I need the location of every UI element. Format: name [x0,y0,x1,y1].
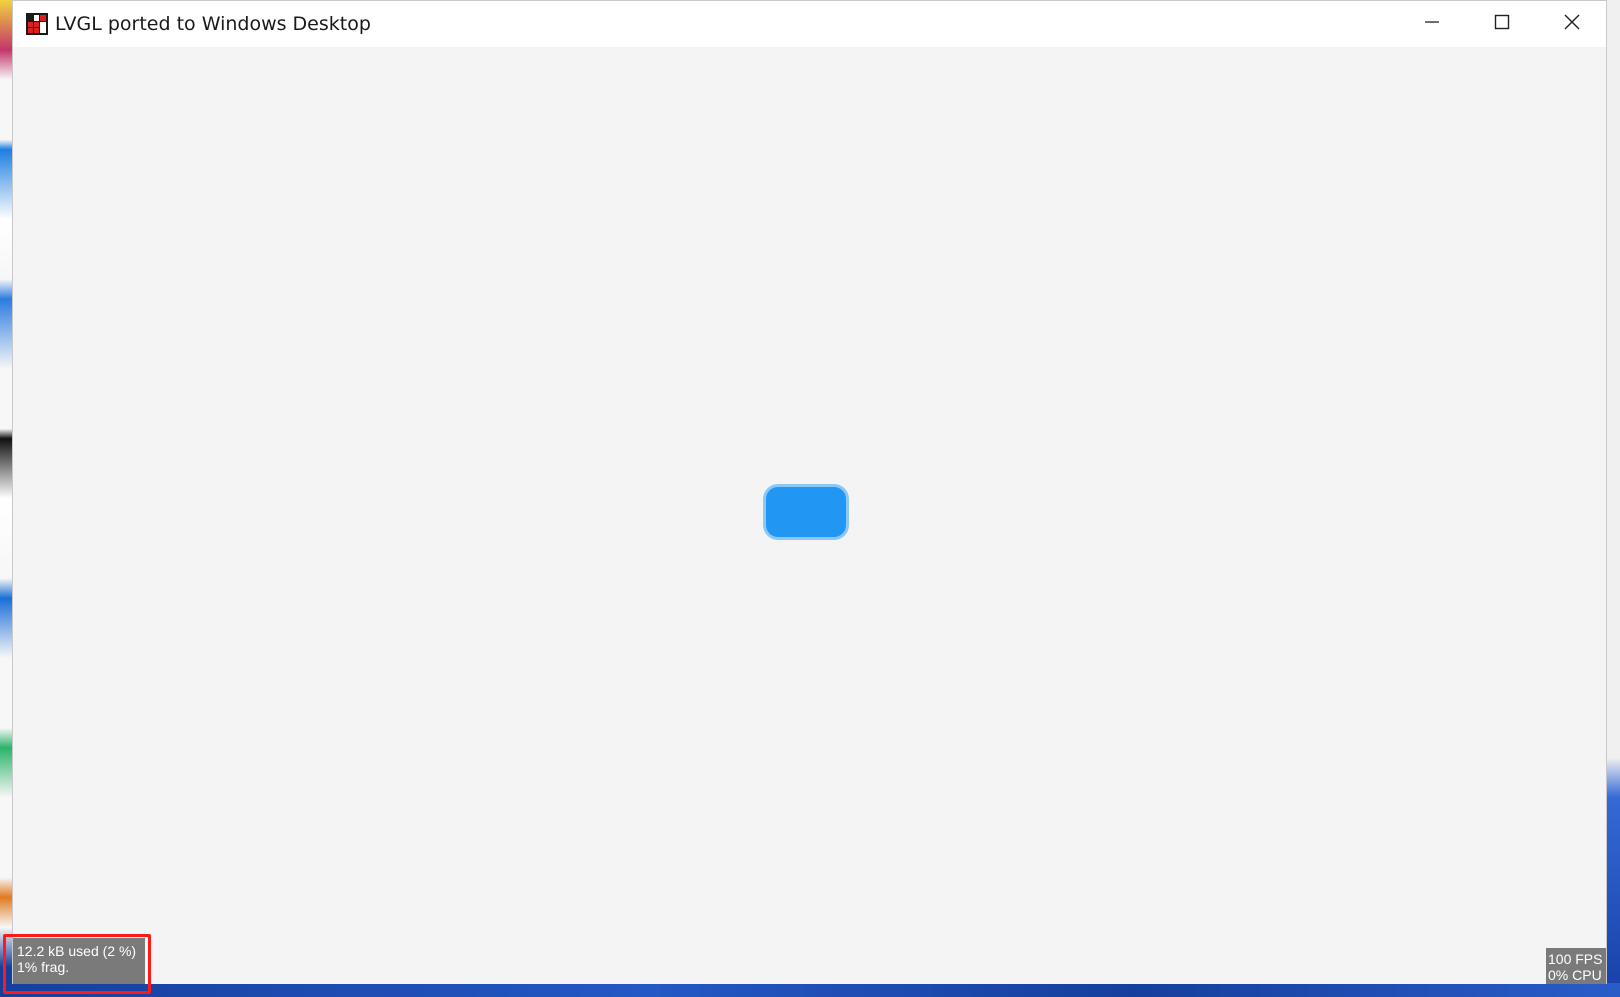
close-icon [1564,14,1580,34]
minimize-icon [1424,14,1440,34]
fps-text: 100 FPS [1548,951,1603,967]
maximize-icon [1494,14,1510,34]
cpu-text: 0% CPU [1548,967,1602,983]
title-bar[interactable]: LVGL ported to Windows Desktop [13,1,1606,47]
lvgl-button[interactable] [766,487,846,537]
taskbar-edge [0,983,1620,997]
lvgl-app-icon [26,13,48,35]
close-button[interactable] [1540,1,1604,47]
lvgl-screen[interactable]: 12.2 kB used (2 %) 1% frag. 100 FPS 0% C… [13,47,1606,984]
performance-monitor: 100 FPS 0% CPU [1546,948,1606,984]
highlight-annotation-box [3,934,151,994]
minimize-button[interactable] [1400,1,1464,47]
desktop-right-edge [1606,0,1620,997]
maximize-button[interactable] [1470,1,1534,47]
window-title: LVGL ported to Windows Desktop [55,13,371,35]
lvgl-window: LVGL ported to Windows Desktop 12.2 kB u… [12,0,1607,984]
